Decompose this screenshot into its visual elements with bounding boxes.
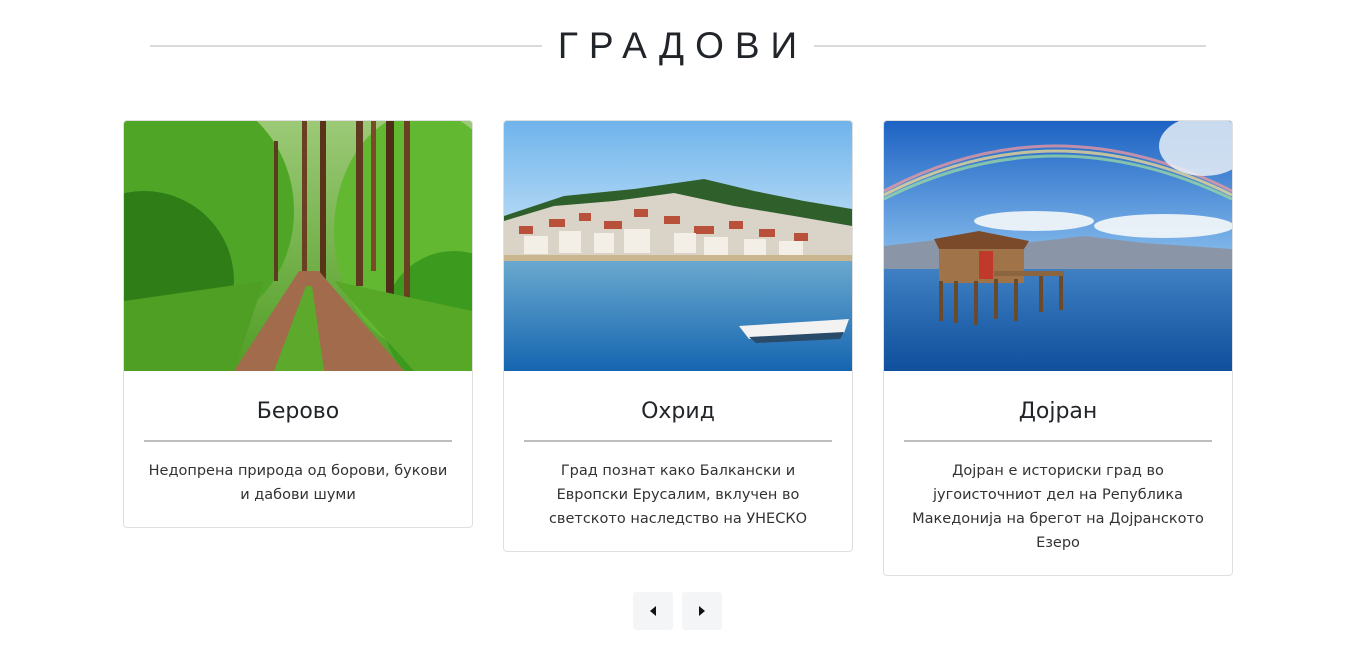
card-body: Берово Недопрена природа од борови, буко…: [124, 371, 472, 507]
section-header: ГРАДОВИ: [150, 22, 1207, 70]
caret-left-icon: [650, 606, 656, 616]
card-description: Недопрена природа од борови, букови и да…: [148, 463, 448, 503]
card-body: Дојран Дојран е историски град во југоис…: [884, 371, 1232, 555]
city-card-berovo[interactable]: Берово Недопрена природа од борови, буко…: [123, 120, 473, 528]
header-line-left: [150, 45, 542, 47]
card-description: Град познат како Балкански и Европски Ер…: [548, 463, 808, 527]
card-description: Дојран е историски град во југоисточниот…: [912, 463, 1204, 551]
dojran-image: [884, 121, 1232, 371]
carousel-next-button[interactable]: [682, 592, 722, 630]
card-title: Берово: [144, 397, 452, 442]
ohrid-image: [504, 121, 852, 371]
city-card-ohrid[interactable]: Охрид Град познат како Балкански и Европ…: [503, 120, 853, 552]
carousel-prev-button[interactable]: [633, 592, 673, 630]
caret-right-icon: [699, 606, 705, 616]
card-title: Дојран: [904, 397, 1212, 442]
city-card-dojran[interactable]: Дојран Дојран е историски град во југоис…: [883, 120, 1233, 576]
card-title: Охрид: [524, 397, 832, 442]
header-line-right: [814, 45, 1207, 47]
berovo-image: [124, 121, 472, 371]
section-title: ГРАДОВИ: [557, 25, 809, 66]
card-body: Охрид Град познат како Балкански и Европ…: [504, 371, 852, 531]
